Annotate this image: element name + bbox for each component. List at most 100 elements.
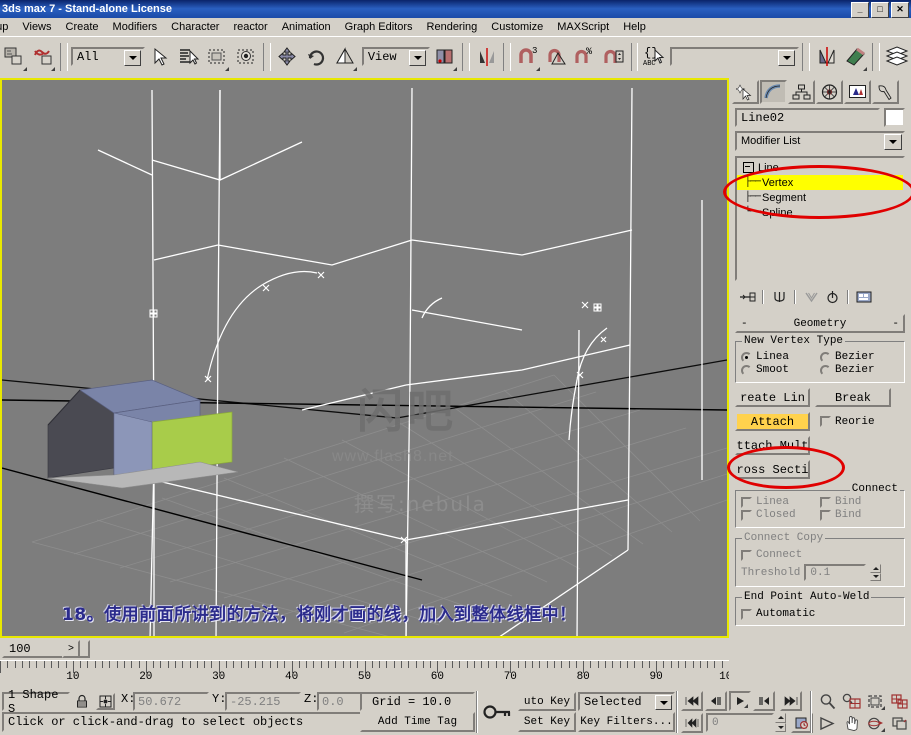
auto-key-button[interactable]: uto Key: [518, 692, 576, 711]
spinner-down-icon[interactable]: [870, 572, 882, 581]
checkbox-icon[interactable]: [741, 496, 752, 508]
motion-tab[interactable]: [816, 80, 843, 104]
radio-icon[interactable]: [741, 364, 752, 376]
select-and-scale-icon[interactable]: [331, 40, 359, 73]
menu-item-reactor[interactable]: reactor: [226, 20, 274, 34]
select-and-rotate-icon[interactable]: [302, 40, 331, 73]
key-filters-button[interactable]: Key Filters...: [578, 712, 675, 732]
frame-spinner[interactable]: [775, 713, 786, 732]
stack-item-line[interactable]: Line: [737, 160, 903, 175]
chevron-down-icon[interactable]: [655, 695, 672, 710]
select-by-name-icon[interactable]: [174, 40, 203, 73]
time-slider-next-button[interactable]: >: [62, 640, 80, 658]
radio-icon[interactable]: [820, 351, 831, 363]
reference-coordinate-system-combo[interactable]: View: [361, 47, 431, 66]
vertex-type-bezier[interactable]: Bezier: [820, 351, 899, 363]
spinner-down-icon[interactable]: [775, 722, 786, 732]
configure-modifier-sets-icon[interactable]: [854, 288, 874, 306]
connect-copy-checkbox[interactable]: Connect: [741, 549, 899, 561]
show-end-result-icon[interactable]: [769, 288, 789, 306]
menu-item-group[interactable]: oup: [0, 20, 15, 34]
modifier-stack[interactable]: Line ├── Vertex ├── Segment └── Spline: [735, 156, 905, 281]
chevron-down-icon[interactable]: [409, 50, 427, 66]
align-icon[interactable]: [841, 40, 870, 73]
menu-item-maxscript[interactable]: MAXScript: [550, 20, 616, 34]
spinner-snap-toggle-icon[interactable]: [600, 40, 628, 73]
modify-tab[interactable]: [760, 80, 787, 104]
connect-bind-last-checkbox[interactable]: Bind: [820, 509, 899, 521]
rollout-collapse-icon-right[interactable]: -: [892, 318, 899, 330]
menu-item-create[interactable]: Create: [59, 20, 106, 34]
rectangular-selection-region-icon[interactable]: [203, 40, 232, 73]
auto-weld-automatic-checkbox[interactable]: Automatic: [741, 608, 899, 620]
percent-snap-toggle-icon[interactable]: %: [571, 40, 600, 73]
object-color-swatch[interactable]: [884, 108, 905, 127]
menu-item-rendering[interactable]: Rendering: [420, 20, 485, 34]
checkbox-icon[interactable]: [741, 608, 752, 620]
cross-section-button[interactable]: ross Secti: [735, 460, 810, 479]
menu-item-help[interactable]: Help: [616, 20, 653, 34]
attach-multiple-button[interactable]: ttach Mult: [735, 436, 810, 455]
chevron-down-icon[interactable]: [778, 50, 796, 66]
spinner-up-icon[interactable]: [870, 564, 882, 573]
menu-item-character[interactable]: Character: [164, 20, 226, 34]
vertex-type-linear[interactable]: Linea: [741, 351, 820, 363]
pin-stack-icon[interactable]: [737, 288, 757, 306]
menu-item-animation[interactable]: Animation: [275, 20, 338, 34]
track-bar-ruler[interactable]: 10 20 30 40 50 60 70 80 90 100: [0, 660, 729, 687]
geometry-rollout-header[interactable]: - Geometry -: [735, 314, 905, 333]
menu-item-modifiers[interactable]: Modifiers: [106, 20, 165, 34]
menu-item-graph-editors[interactable]: Graph Editors: [338, 20, 420, 34]
attach-button[interactable]: Attach: [735, 412, 810, 431]
connect-bind-first-checkbox[interactable]: Bind: [820, 496, 899, 508]
checkbox-icon[interactable]: [820, 416, 831, 427]
y-coordinate-field[interactable]: -25.215: [225, 692, 301, 711]
vertex-type-smooth[interactable]: Smoot: [741, 364, 820, 376]
utilities-tab[interactable]: [872, 80, 899, 104]
menu-item-customize[interactable]: Customize: [484, 20, 550, 34]
chevron-down-icon[interactable]: [884, 134, 902, 150]
checkbox-icon[interactable]: [741, 549, 752, 561]
rollout-collapse-icon[interactable]: -: [741, 318, 748, 330]
key-mode-combo[interactable]: Selected: [578, 692, 675, 711]
key-icon[interactable]: [478, 692, 518, 732]
hierarchy-tab[interactable]: [788, 80, 815, 104]
select-object-icon[interactable]: [146, 40, 174, 73]
mirror-icon[interactable]: [472, 40, 501, 73]
radio-icon[interactable]: [741, 351, 752, 363]
threshold-field[interactable]: 0.1: [804, 564, 867, 581]
named-selection-set-combo[interactable]: [670, 47, 800, 66]
window-crossing-toggle-icon[interactable]: [232, 40, 261, 73]
minimize-button[interactable]: _: [851, 2, 869, 18]
display-tab[interactable]: [844, 80, 871, 104]
threshold-spinner[interactable]: [870, 564, 882, 581]
add-time-tag-button[interactable]: Add Time Tag: [360, 712, 475, 732]
create-line-button[interactable]: reate Lin: [735, 388, 810, 407]
menu-item-views[interactable]: Views: [15, 20, 58, 34]
named-selection-sets-icon[interactable]: {} ABC: [641, 40, 670, 73]
collapse-icon[interactable]: [743, 162, 754, 173]
perspective-viewport[interactable]: 闪吧 www.flash8.net 撰写:nebula 18。使用前面所讲到的方…: [0, 78, 729, 638]
snap-toggle-icon[interactable]: 3: [513, 40, 542, 73]
connect-linear-checkbox[interactable]: Linea: [741, 496, 820, 508]
selection-filter-combo[interactable]: All: [70, 47, 146, 66]
use-pivot-point-center-icon[interactable]: [431, 40, 460, 73]
lock-selection-icon[interactable]: [74, 693, 90, 710]
stack-item-vertex[interactable]: ├── Vertex: [737, 175, 903, 190]
reorient-checkbox-row[interactable]: Reorie: [820, 416, 875, 428]
redo-icon[interactable]: [29, 40, 58, 73]
spinner-up-icon[interactable]: [775, 713, 786, 723]
stack-item-segment[interactable]: ├── Segment: [737, 190, 903, 205]
checkbox-icon[interactable]: [820, 509, 831, 521]
remove-modifier-icon[interactable]: [822, 288, 842, 306]
set-key-button[interactable]: Set Key: [518, 712, 576, 732]
x-coordinate-field[interactable]: 50.672: [133, 692, 209, 711]
make-unique-icon[interactable]: [801, 288, 821, 306]
undo-icon[interactable]: [1, 40, 29, 73]
chevron-down-icon[interactable]: [124, 50, 142, 66]
mirror-selected-objects-icon[interactable]: [813, 40, 841, 73]
angle-snap-toggle-icon[interactable]: [542, 40, 571, 73]
radio-icon[interactable]: [820, 364, 831, 376]
modifier-list-dropdown[interactable]: Modifier List: [735, 131, 905, 151]
select-and-move-icon[interactable]: [273, 40, 302, 73]
